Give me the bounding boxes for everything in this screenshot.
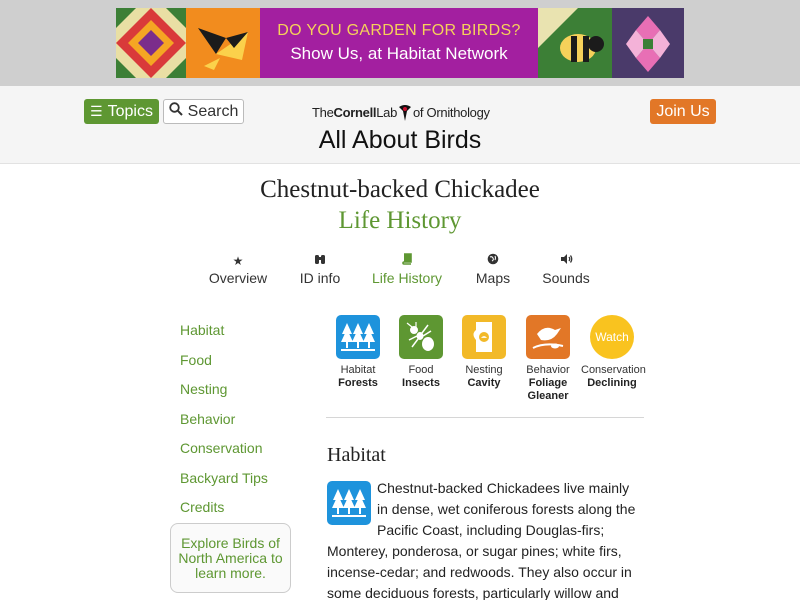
- globe-icon: [468, 252, 518, 270]
- species-title: Chestnut-backed Chickadee: [260, 176, 540, 203]
- tab-maps[interactable]: Maps: [468, 252, 518, 286]
- menu-icon: ☰: [90, 103, 103, 119]
- sidebar-item-nesting[interactable]: Nesting: [180, 379, 310, 409]
- tab-label: Maps: [475, 270, 511, 286]
- tab-sounds[interactable]: Sounds: [538, 252, 594, 286]
- tab-overview[interactable]: ★ Overview: [206, 252, 270, 286]
- search-label: Search: [187, 102, 239, 120]
- explore-birds-link[interactable]: Explore Birds of North America to learn …: [170, 523, 291, 593]
- quilt-pattern-icon: [116, 8, 186, 78]
- summary-value: Declining: [587, 377, 637, 389]
- tab-label: Life History: [371, 270, 443, 286]
- section-title-habitat: Habitat: [327, 444, 386, 466]
- tab-label: Sounds: [542, 270, 590, 286]
- site-header: ☰ Topics Search The Cornell Lab of Ornitho…: [0, 86, 800, 164]
- summary-value: Forests: [338, 377, 378, 389]
- site-title[interactable]: All About Birds: [0, 126, 800, 155]
- sidebar-item-food[interactable]: Food: [180, 350, 310, 380]
- star-icon: ★: [232, 254, 244, 268]
- icon-spacer: [327, 478, 377, 522]
- watch-badge-icon: Watch: [590, 315, 634, 359]
- flower-quilt-icon: [612, 8, 684, 78]
- species-tabs: ★ Overview ID info Life History Maps Sou…: [200, 252, 600, 292]
- gleaner-bird-icon: [526, 315, 570, 359]
- book-icon: [368, 252, 446, 270]
- summary-value: Insects: [402, 377, 440, 389]
- section-divider: [326, 417, 644, 418]
- summary-value: Foliage Gleaner: [527, 377, 569, 402]
- tab-id-info[interactable]: ID info: [292, 252, 348, 286]
- join-us-button[interactable]: Join Us: [650, 99, 716, 124]
- summary-category: Behavior: [526, 364, 570, 376]
- logo-text-lab: Lab: [376, 104, 397, 120]
- ad-headline: DO YOU GARDEN FOR BIRDS?: [277, 22, 521, 39]
- topics-label: Topics: [107, 102, 153, 120]
- search-icon: [168, 102, 183, 121]
- cavity-icon: [462, 315, 506, 359]
- ad-strip: DO YOU GARDEN FOR BIRDS? Show Us, at Hab…: [0, 0, 800, 86]
- sidebar-item-behavior[interactable]: Behavior: [180, 409, 310, 439]
- habitat-network-ad[interactable]: DO YOU GARDEN FOR BIRDS? Show Us, at Hab…: [116, 8, 684, 78]
- ad-cta-text: Show Us, at Habitat Network: [290, 44, 508, 63]
- sidebar-item-habitat[interactable]: Habitat: [180, 320, 310, 350]
- forest-icon: [336, 315, 380, 359]
- logo-text-of-ornithology: of Ornithology: [413, 104, 490, 120]
- summary-food[interactable]: Food Insects: [390, 315, 452, 390]
- summary-conservation[interactable]: Watch Conservation Declining: [581, 315, 646, 390]
- habitat-description: Chestnut-backed Chickadees live mainly i…: [327, 478, 643, 600]
- bee-icon: [538, 8, 612, 78]
- page-subtitle: Life History: [338, 207, 462, 234]
- life-history-sidebar: Habitat Food Nesting Behavior Conservati…: [180, 320, 310, 527]
- summary-category: Conservation: [581, 364, 646, 376]
- bird-logo-icon: [397, 103, 413, 121]
- topics-button[interactable]: ☰ Topics: [84, 99, 159, 124]
- summary-category: Nesting: [465, 364, 503, 376]
- summary-habitat[interactable]: Habitat Forests: [327, 315, 389, 390]
- ad-text-panel: DO YOU GARDEN FOR BIRDS? Show Us, at Hab…: [260, 8, 538, 78]
- ant-icon: [399, 315, 443, 359]
- logo-text-cornell: Cornell: [333, 104, 377, 120]
- logo-text-the: The: [312, 104, 334, 120]
- binoculars-icon: [292, 252, 348, 270]
- cornell-lab-logo[interactable]: The Cornell Lab of Ornithology: [312, 102, 490, 122]
- speaker-icon: [538, 252, 594, 270]
- summary-behavior[interactable]: Behavior Foliage Gleaner: [517, 315, 579, 403]
- search-button[interactable]: Search: [163, 99, 244, 124]
- tab-label: Overview: [208, 270, 268, 286]
- summary-nesting[interactable]: Nesting Cavity: [453, 315, 515, 390]
- tab-life-history[interactable]: Life History: [368, 252, 446, 286]
- sidebar-item-conservation[interactable]: Conservation: [180, 438, 310, 468]
- tab-label: ID info: [299, 270, 341, 286]
- oriole-bird-icon: [186, 8, 260, 78]
- summary-category: Habitat: [340, 364, 376, 376]
- sidebar-item-backyard-tips[interactable]: Backyard Tips: [180, 468, 310, 498]
- summary-value: Cavity: [467, 377, 501, 389]
- summary-category: Food: [408, 364, 434, 376]
